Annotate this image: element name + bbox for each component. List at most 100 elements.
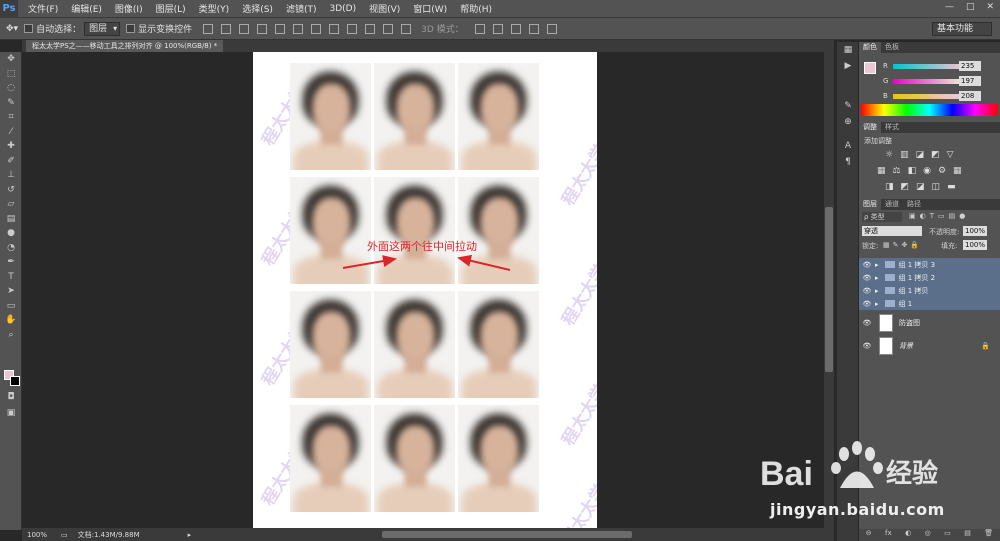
clone-source-icon[interactable]: ⊕ <box>837 114 859 130</box>
expand-arrow-icon[interactable]: ▸ <box>875 261 879 269</box>
eye-icon[interactable]: 👁 <box>859 319 875 327</box>
canvas-area[interactable]: 程太太学PS程太太学PS程太太学PS程太太学PS程太太学PS程太太学PS程太太学… <box>22 52 824 528</box>
paragraph-panel-icon[interactable]: ¶ <box>837 154 859 170</box>
3d-rotate-icon[interactable] <box>474 23 485 34</box>
tab-styles[interactable]: 样式 <box>881 122 903 133</box>
crop-tool-icon[interactable]: ⌗ <box>0 110 22 125</box>
zoom-level[interactable]: 100% <box>27 531 47 539</box>
tab-paths[interactable]: 路径 <box>903 199 925 210</box>
photoshop-logo[interactable]: Ps <box>0 0 18 18</box>
r-slider[interactable] <box>893 64 967 69</box>
menu-view[interactable]: 视图(V) <box>369 2 400 15</box>
eye-icon[interactable]: 👁 <box>859 342 875 350</box>
g-slider[interactable] <box>893 79 967 84</box>
show-transform-checkbox[interactable] <box>126 24 136 33</box>
eye-icon[interactable]: 👁 <box>859 287 875 295</box>
curves-icon[interactable]: ◪ <box>916 150 925 160</box>
distribute-bottom-icon[interactable] <box>347 23 358 34</box>
path-select-icon[interactable]: ➤ <box>0 284 22 299</box>
history-brush-icon[interactable]: ↺ <box>0 183 22 198</box>
quick-select-tool-icon[interactable]: ✎ <box>0 96 22 111</box>
layer-row[interactable]: 👁 背景 🔒 <box>859 334 1000 357</box>
distribute-hcenter-icon[interactable] <box>383 23 394 34</box>
screen-mode-icon[interactable]: ▣ <box>0 406 22 421</box>
scroll-thumb[interactable] <box>825 207 833 372</box>
channel-mixer-icon[interactable]: ⚙ <box>938 166 946 176</box>
tab-channels[interactable]: 通道 <box>881 199 903 210</box>
photo-filter-icon[interactable]: ◉ <box>923 166 931 176</box>
pen-tool-icon[interactable]: ✒ <box>0 255 22 270</box>
clone-stamp-icon[interactable]: ⊥ <box>0 168 22 183</box>
align-hcenter-icon[interactable] <box>275 23 286 34</box>
dodge-tool-icon[interactable]: ◔ <box>0 241 22 256</box>
eye-icon[interactable]: 👁 <box>859 274 875 282</box>
menu-type[interactable]: 类型(Y) <box>199 2 230 15</box>
layer-row[interactable]: 👁 ▸ 组 1 拷贝 2 <box>859 271 1000 284</box>
menu-3d[interactable]: 3D(D) <box>329 4 356 14</box>
menu-select[interactable]: 选择(S) <box>242 2 273 15</box>
levels-icon[interactable]: ▥ <box>900 150 909 160</box>
layer-filter-dropdown[interactable]: ρ 类型 <box>862 212 902 222</box>
background-color-swatch[interactable] <box>10 376 20 386</box>
eye-icon[interactable]: 👁 <box>859 300 875 308</box>
blend-mode-dropdown[interactable]: 穿透 <box>862 226 922 236</box>
blur-tool-icon[interactable]: ● <box>0 226 22 241</box>
eyedropper-tool-icon[interactable]: ⁄ <box>0 125 22 140</box>
align-top-icon[interactable] <box>203 23 214 34</box>
workspace-dropdown[interactable]: 基本功能 <box>932 22 992 36</box>
layer-filter-icons[interactable]: ▣◐T▭▤● <box>909 212 969 220</box>
b-value[interactable]: 208 <box>959 91 981 101</box>
layer-style-icon[interactable]: fx <box>885 529 892 541</box>
minimize-button[interactable]: — <box>945 2 954 12</box>
brush-panel-icon[interactable]: ✎ <box>837 98 859 114</box>
color-lookup-icon[interactable]: ▦ <box>953 166 962 176</box>
hue-saturation-icon[interactable]: ▦ <box>877 166 886 176</box>
move-tool-preset-icon[interactable]: ✥▾ <box>6 24 18 34</box>
align-left-icon[interactable] <box>257 23 268 34</box>
fg-color-chip[interactable] <box>864 62 876 74</box>
layer-row[interactable]: 👁 防盗图 <box>859 311 1000 334</box>
brightness-icon[interactable]: ☼ <box>885 150 893 160</box>
tab-color[interactable]: 颜色 <box>859 42 881 53</box>
status-icon[interactable]: ▭ <box>61 531 68 539</box>
menu-edit[interactable]: 编辑(E) <box>71 2 102 15</box>
close-button[interactable]: ✕ <box>986 2 994 12</box>
menu-help[interactable]: 帮助(H) <box>460 2 492 15</box>
distribute-vcenter-icon[interactable] <box>329 23 340 34</box>
horizontal-scroll-thumb[interactable] <box>382 531 632 538</box>
black-white-icon[interactable]: ◧ <box>908 166 917 176</box>
marquee-tool-icon[interactable]: ⬚ <box>0 67 22 82</box>
quick-mask-icon[interactable]: ◘ <box>0 390 22 405</box>
gradient-map-icon[interactable]: ▬ <box>947 182 956 192</box>
layer-row[interactable]: 👁 ▸ 组 1 拷贝 3 <box>859 258 1000 271</box>
color-swatches[interactable] <box>4 370 20 386</box>
expand-arrow-icon[interactable]: ▸ <box>875 274 879 282</box>
invert-icon[interactable]: ◨ <box>885 182 894 192</box>
distribute-right-icon[interactable] <box>401 23 412 34</box>
3d-scale-icon[interactable] <box>546 23 557 34</box>
document-tab[interactable]: 程太太学PS之——移动工具之排列对齐 @ 100%(RGB/8) * <box>26 40 224 52</box>
hand-tool-icon[interactable]: ✋ <box>0 313 22 328</box>
exposure-icon[interactable]: ◩ <box>931 150 940 160</box>
lasso-tool-icon[interactable]: ◌ <box>0 81 22 96</box>
menu-window[interactable]: 窗口(W) <box>413 2 447 15</box>
tab-adjustments[interactable]: 调整 <box>859 122 881 133</box>
align-vcenter-icon[interactable] <box>221 23 232 34</box>
new-group-icon[interactable]: ▭ <box>944 529 951 541</box>
b-slider[interactable] <box>893 94 967 99</box>
3d-slide-icon[interactable] <box>528 23 539 34</box>
layer-row[interactable]: 👁 ▸ 组 1 <box>859 297 1000 310</box>
brush-tool-icon[interactable]: ✐ <box>0 154 22 169</box>
maximize-button[interactable]: □ <box>966 2 975 12</box>
actions-panel-icon[interactable]: ▶ <box>837 58 859 74</box>
tab-layers[interactable]: 图层 <box>859 199 881 210</box>
3d-pan-icon[interactable] <box>510 23 521 34</box>
new-layer-icon[interactable]: ▤ <box>964 529 971 541</box>
menu-filter[interactable]: 滤镜(T) <box>286 2 317 15</box>
history-panel-icon[interactable]: ▦ <box>837 42 859 58</box>
menu-image[interactable]: 图像(I) <box>115 2 143 15</box>
posterize-icon[interactable]: ◩ <box>901 182 910 192</box>
menu-file[interactable]: 文件(F) <box>28 2 58 15</box>
link-layers-icon[interactable]: ⊖ <box>866 529 872 541</box>
r-value[interactable]: 235 <box>959 61 981 71</box>
